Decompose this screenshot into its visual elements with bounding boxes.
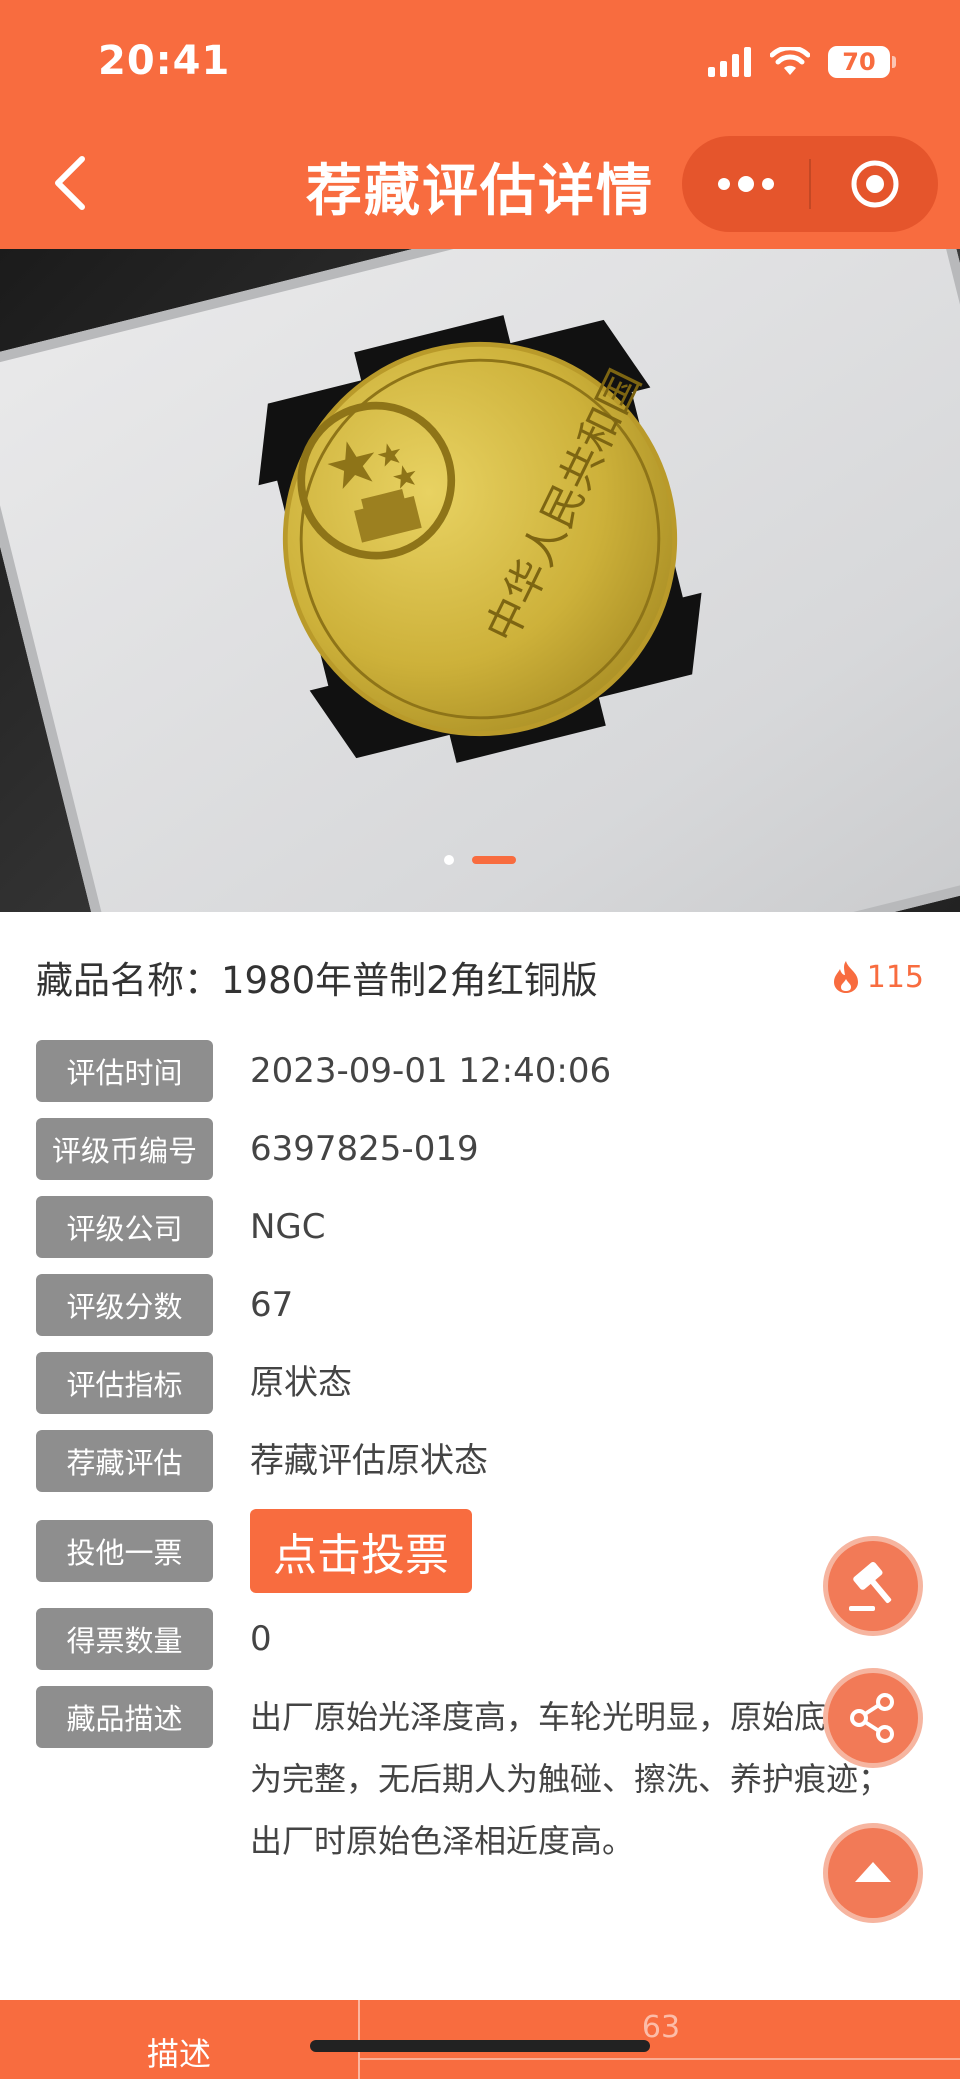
detail-row-grade-score: 评级分数 67 — [36, 1274, 293, 1336]
vote-count-value: 0 — [250, 1619, 272, 1659]
detail-value: 6397825-019 — [250, 1129, 479, 1169]
signal-icon — [708, 47, 751, 77]
home-indicator — [310, 2040, 650, 2052]
detail-value: 2023-09-01 12:40:06 — [250, 1051, 612, 1091]
carousel-dot-active[interactable] — [472, 856, 516, 864]
detail-label: 评估指标 — [36, 1352, 213, 1414]
detail-label: 评级分数 — [36, 1274, 213, 1336]
detail-row-recommend-eval: 荐藏评估 荐藏评估原状态 — [36, 1430, 488, 1492]
vote-count-row: 得票数量 0 — [36, 1608, 272, 1670]
scroll-top-button[interactable] — [823, 1823, 923, 1923]
detail-label: 评级公司 — [36, 1196, 213, 1258]
share-button[interactable] — [823, 1668, 923, 1768]
status-icons: 70 — [708, 46, 896, 78]
carousel-indicator — [0, 855, 960, 865]
detail-value: 原状态 — [250, 1363, 352, 1403]
vote-button[interactable]: 点击投票 — [250, 1509, 472, 1593]
vote-row: 投他一票 点击投票 — [36, 1509, 472, 1593]
header: 20:41 70 荐藏评估详情 — [0, 0, 960, 249]
bottom-divider — [360, 2058, 960, 2060]
battery-indicator: 70 — [828, 46, 896, 78]
bid-button[interactable] — [823, 1536, 923, 1636]
detail-row-eval-time: 评估时间 2023-09-01 12:40:06 — [36, 1040, 611, 1102]
more-button[interactable] — [682, 136, 809, 232]
vote-count-label: 得票数量 — [36, 1608, 213, 1670]
detail-value: 荐藏评估原状态 — [250, 1441, 488, 1481]
share-icon — [850, 1693, 894, 1743]
wifi-icon — [770, 47, 810, 75]
detail-value: NGC — [250, 1207, 326, 1247]
target-icon — [851, 160, 898, 208]
item-name-row: 藏品名称：1980年普制2角红铜版 115 — [36, 950, 924, 1004]
item-name: 藏品名称：1980年普制2角红铜版 — [36, 950, 598, 1004]
gavel-icon — [849, 1561, 892, 1611]
vote-label: 投他一票 — [36, 1520, 213, 1582]
tab-description[interactable]: 描述 — [0, 2000, 358, 2079]
carousel-dot[interactable] — [444, 855, 454, 865]
mini-program-capsule — [682, 136, 938, 232]
detail-label: 评估时间 — [36, 1040, 213, 1102]
arrow-up-icon — [855, 1862, 891, 1882]
description-label: 藏品描述 — [36, 1686, 213, 1748]
detail-label: 荐藏评估 — [36, 1430, 213, 1492]
more-dots-icon — [717, 176, 774, 192]
item-name-label: 藏品名称： — [36, 959, 221, 1002]
fire-icon — [833, 961, 858, 993]
detail-row-coin-number: 评级币编号 6397825-019 — [36, 1118, 479, 1180]
popularity-count: 115 — [866, 959, 924, 995]
image-carousel[interactable]: 中华人民共和国 — [0, 249, 960, 912]
description-row: 藏品描述 出厂原始光泽度高，车轮光明显，原始底光较为完整，无后期人为触碰、擦洗、… — [36, 1686, 920, 1872]
description-text: 出厂原始光泽度高，车轮光明显，原始底光较为完整，无后期人为触碰、擦洗、养护痕迹；… — [250, 1698, 891, 1860]
popularity-badge: 115 — [831, 960, 924, 995]
detail-value: 67 — [250, 1285, 294, 1325]
detail-label: 评级币编号 — [36, 1118, 213, 1180]
detail-row-eval-index: 评估指标 原状态 — [36, 1352, 352, 1414]
status-time: 20:41 — [98, 38, 231, 84]
item-name-value: 1980年普制2角红铜版 — [221, 959, 598, 1002]
coin-image: 中华人民共和国 — [258, 315, 702, 763]
detail-row-grading-company: 评级公司 NGC — [36, 1196, 326, 1258]
close-mini-program-button[interactable] — [811, 136, 938, 232]
